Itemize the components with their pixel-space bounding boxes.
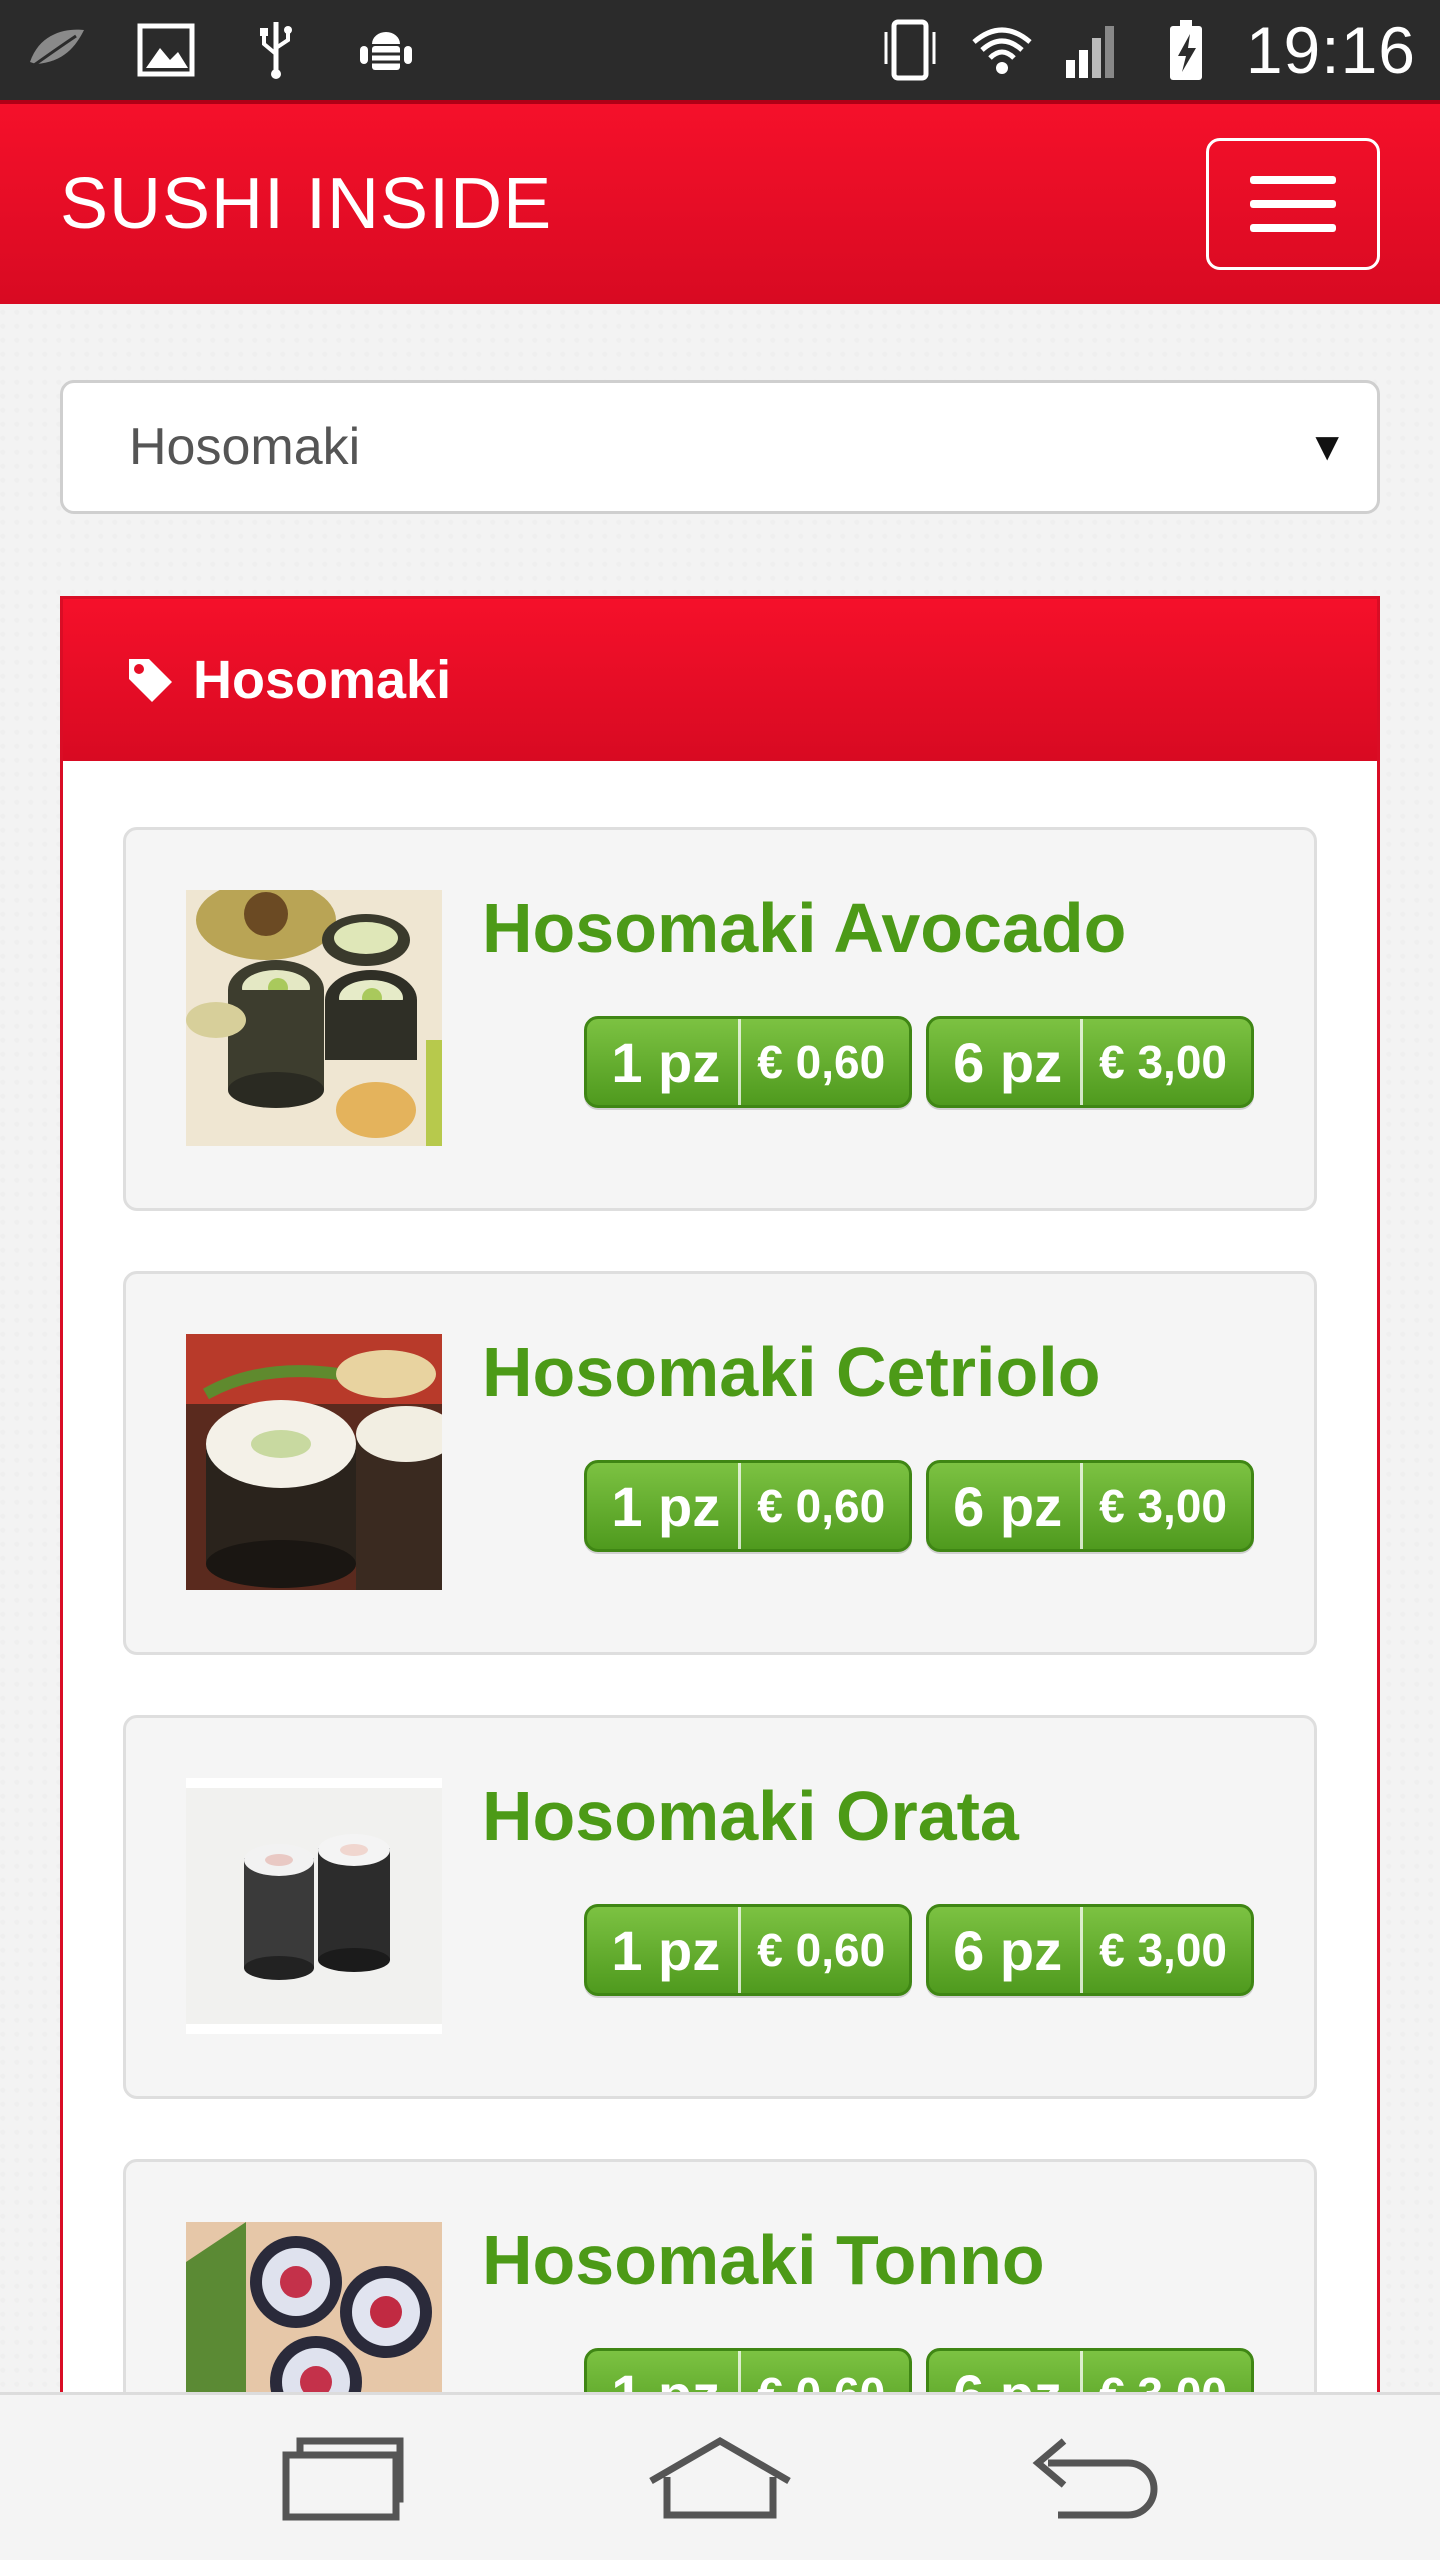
menu-item-card: Hosomaki Orata 1 pz € 0,60 6 pz € 3,00	[123, 1715, 1317, 2099]
usb-icon	[244, 18, 308, 82]
price-value: € 3,00	[1099, 1036, 1227, 1088]
home-icon	[649, 2436, 791, 2518]
back-icon	[1032, 2437, 1158, 2518]
add-1pz-button[interactable]: 1 pz € 0,60	[584, 1904, 913, 1996]
recent-apps-icon	[282, 2437, 404, 2520]
price-qty: 6 pz	[929, 1907, 1084, 1993]
vibrate-icon	[878, 18, 942, 82]
android-debug-icon	[354, 18, 418, 82]
item-name: Hosomaki Cetriolo	[482, 1333, 1101, 1411]
price-qty: 6 pz	[929, 1019, 1084, 1105]
status-left	[24, 18, 418, 82]
panel-heading: Hosomaki	[63, 599, 1377, 761]
price-value: € 0,60	[757, 1036, 886, 1088]
caret-down-icon: ▼	[1307, 424, 1347, 469]
add-1pz-button[interactable]: 1 pz € 0,60	[584, 1016, 913, 1108]
status-bar: 19:16	[0, 0, 1440, 100]
item-name: Hosomaki Avocado	[482, 889, 1127, 967]
category-select-value: Hosomaki	[129, 418, 361, 476]
add-6pz-button[interactable]: 6 pz € 3,00	[926, 1016, 1254, 1108]
leaf-icon	[24, 18, 88, 82]
brand-title[interactable]: SUSHI INSIDE	[60, 163, 552, 245]
battery-charging-icon	[1154, 18, 1218, 82]
item-photo	[186, 1778, 442, 2034]
status-right: 19:16	[878, 12, 1416, 88]
price-qty: 1 pz	[587, 1019, 742, 1105]
price-value: € 0,60	[757, 1480, 886, 1532]
price-qty: 1 pz	[587, 1907, 742, 1993]
category-select[interactable]: Hosomaki ▼	[60, 380, 1380, 514]
add-6pz-button[interactable]: 6 pz € 3,00	[926, 1904, 1254, 1996]
price-row: 1 pz € 0,60 6 pz € 3,00	[584, 1904, 1254, 1996]
back-button[interactable]	[1008, 2428, 1178, 2528]
hamburger-menu-button[interactable]	[1206, 138, 1380, 270]
hamburger-icon-bar	[1250, 200, 1336, 208]
add-1pz-button[interactable]: 1 pz € 0,60	[584, 1460, 913, 1552]
recent-apps-button[interactable]	[262, 2428, 432, 2528]
item-name: Hosomaki Tonno	[482, 2221, 1045, 2299]
price-qty: 1 pz	[587, 1463, 742, 1549]
price-row: 1 pz € 0,60 6 pz € 3,00	[584, 1016, 1254, 1108]
hamburger-icon-bar	[1250, 224, 1336, 232]
app-header: SUSHI INSIDE	[0, 100, 1440, 304]
item-list: Hosomaki Avocado 1 pz € 0,60 6 pz € 3,00	[63, 761, 1377, 2543]
price-value: € 0,60	[757, 1924, 886, 1976]
item-photo	[186, 890, 442, 1146]
status-time: 19:16	[1245, 13, 1416, 87]
home-button[interactable]	[635, 2428, 805, 2528]
hamburger-icon-bar	[1250, 176, 1336, 184]
system-nav-bar	[0, 2392, 1440, 2560]
price-qty: 6 pz	[929, 1463, 1084, 1549]
image-icon	[134, 18, 198, 82]
price-value: € 3,00	[1099, 1924, 1227, 1976]
add-6pz-button[interactable]: 6 pz € 3,00	[926, 1460, 1254, 1552]
panel-title: Hosomaki	[193, 650, 452, 710]
category-panel: Hosomaki Hosomaki Avocado 1 pz € 0,60 6 …	[60, 596, 1380, 2560]
menu-item-card: Hosomaki Cetriolo 1 pz € 0,60 6 pz € 3,0…	[123, 1271, 1317, 1655]
screen: 19:16 SUSHI INSIDE Hosomaki ▼ Hosomaki H…	[0, 0, 1440, 2560]
tag-icon	[129, 659, 172, 702]
signal-icon	[1062, 18, 1126, 82]
item-name: Hosomaki Orata	[482, 1777, 1019, 1855]
menu-item-card: Hosomaki Avocado 1 pz € 0,60 6 pz € 3,00	[123, 827, 1317, 1211]
price-value: € 3,00	[1099, 1480, 1227, 1532]
item-photo	[186, 1334, 442, 1590]
price-row: 1 pz € 0,60 6 pz € 3,00	[584, 1460, 1254, 1552]
wifi-icon	[970, 18, 1034, 82]
